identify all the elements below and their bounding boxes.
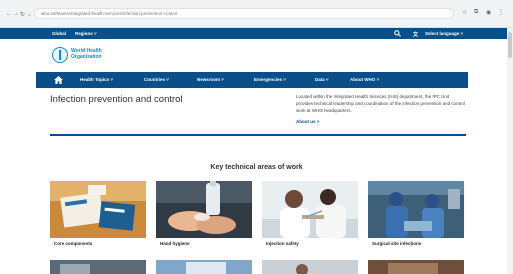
card-hand-hygiene[interactable]: Hand hygiene — [156, 181, 252, 251]
brand-line-2: Organization — [71, 54, 102, 60]
extensions-icon[interactable]: ⧉ — [474, 9, 478, 16]
home-icon[interactable] — [54, 76, 63, 84]
hand-hygiene-image — [156, 181, 252, 238]
who-logo-emblem[interactable] — [52, 47, 68, 63]
intro-text: Located within the Integrated Health Ser… — [296, 94, 465, 113]
card-label: Core components — [54, 241, 93, 246]
card-row2-2[interactable] — [156, 260, 252, 274]
browser-toolbar: ← → ↻ ⌂ who.int/teams/integrated-health-… — [0, 0, 513, 28]
profile-icon[interactable]: ◉ — [486, 9, 491, 16]
card-injection-safety[interactable]: Injection safety — [262, 181, 358, 251]
nav-about-who[interactable]: About WHO ˅ — [350, 77, 379, 82]
reload-icon[interactable]: ↻ — [20, 11, 25, 18]
back-icon[interactable]: ← — [6, 11, 12, 17]
language-icon: 文 — [413, 31, 419, 38]
card-row2-4[interactable] — [368, 260, 464, 274]
card-label: Hand hygiene — [160, 241, 190, 246]
core-components-image — [50, 181, 146, 238]
section-title: Key technical areas of work — [210, 164, 303, 171]
lock-icon: ⌂ — [28, 12, 32, 18]
nav-newsroom[interactable]: Newsroom ˅ — [197, 77, 224, 82]
card-core-components[interactable]: Core components — [50, 181, 146, 251]
forward-icon[interactable]: → — [13, 11, 19, 17]
address-bar[interactable]: who.int/teams/integrated-health-services… — [34, 8, 454, 19]
search-icon[interactable] — [394, 30, 401, 37]
card-row2-1[interactable] — [50, 260, 146, 274]
card-label: Injection safety — [266, 241, 299, 246]
nav-data[interactable]: Data ˅ — [315, 77, 329, 82]
page-scrollbar[interactable] — [507, 28, 513, 274]
nav-health-topics[interactable]: Health Topics ˅ — [80, 77, 113, 82]
card-row2-3[interactable] — [262, 260, 358, 274]
injection-safety-image — [262, 181, 358, 238]
who-logo-text[interactable]: World Health Organization — [71, 48, 102, 60]
language-dropdown[interactable]: Select language ˅ — [425, 31, 463, 36]
about-us-link[interactable]: About us > — [296, 119, 319, 124]
regions-dropdown[interactable]: Regions ˅ — [75, 31, 97, 36]
card-surgical-site-infections[interactable]: Surgical site infections — [368, 181, 464, 251]
menu-icon[interactable]: ⋮ — [498, 9, 504, 16]
nav-emergencies[interactable]: Emergencies ˅ — [254, 77, 286, 82]
nav-countries[interactable]: Countries ˅ — [144, 77, 169, 82]
surgical-site-infections-image — [368, 181, 464, 238]
utility-bar: Global Regions ˅ 文 Select language ˅ — [0, 28, 513, 39]
global-link[interactable]: Global — [52, 31, 66, 36]
star-icon[interactable]: ☆ — [462, 9, 467, 16]
main-navigation: Health Topics ˅ Countries ˅ Newsroom ˅ E… — [36, 72, 468, 88]
card-label: Surgical site infections — [372, 241, 422, 246]
scrollbar-thumb[interactable] — [508, 32, 512, 58]
divider — [50, 134, 466, 136]
page-title: Infection prevention and control — [50, 94, 183, 105]
